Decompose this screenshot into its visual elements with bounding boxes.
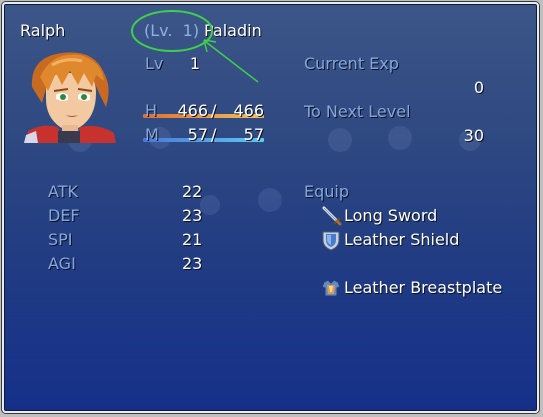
param-label-atk: ATK [48, 182, 78, 201]
level-label: Lv [145, 54, 164, 73]
param-value-atk: 22 [182, 182, 203, 201]
actor-class: Paladin [204, 21, 262, 40]
mp-current: 57 [187, 125, 208, 144]
param-value-agi: 23 [182, 254, 203, 273]
sword-icon [322, 206, 342, 226]
mp-max: 57 [243, 125, 264, 144]
shield-icon [322, 231, 340, 251]
equip-item-body: Leather Breastplate [344, 278, 503, 297]
next-level-label: To Next Level [304, 102, 411, 121]
hp-separator: / [211, 101, 217, 120]
mp-separator: / [211, 125, 217, 144]
armor-icon [321, 279, 341, 297]
param-label-spi: SPI [48, 230, 73, 249]
current-exp-label: Current Exp [304, 54, 399, 73]
param-value-def: 23 [182, 206, 203, 225]
annotated-level-text: (Lv. 1) [144, 21, 200, 40]
hp-current: 466 [177, 101, 208, 120]
actor-portrait [24, 52, 116, 143]
next-level-value: 30 [463, 126, 484, 145]
hp-label: H [145, 101, 158, 120]
hp-max: 466 [233, 101, 264, 120]
equip-item-shield: Leather Shield [344, 230, 460, 249]
mp-label: M [145, 125, 159, 144]
param-value-spi: 21 [182, 230, 203, 249]
equip-header: Equip [304, 182, 350, 201]
actor-name: Ralph [20, 21, 66, 40]
level-value: 1 [189, 54, 200, 73]
current-exp-value: 0 [473, 78, 484, 97]
param-label-def: DEF [48, 206, 80, 225]
equip-item-weapon: Long Sword [344, 206, 438, 225]
param-label-agi: AGI [48, 254, 76, 273]
